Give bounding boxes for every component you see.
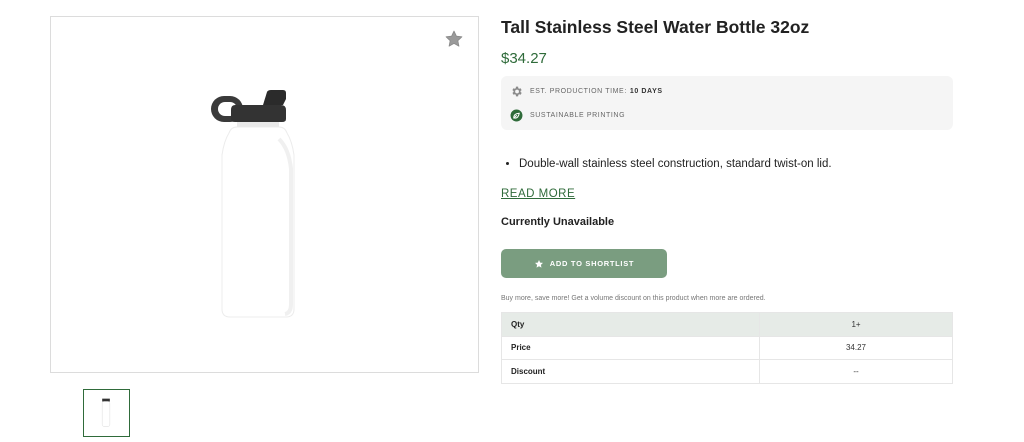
add-to-shortlist-label: ADD TO SHORTLIST	[549, 259, 635, 268]
thumbnail-image[interactable]	[83, 389, 130, 437]
table-row: Qty 1+	[501, 312, 953, 337]
table-cell-value: 34.27	[759, 335, 953, 360]
production-time-row: EST. PRODUCTION TIME: 10 DAYS	[510, 84, 663, 98]
table-row: Price 34.27	[501, 335, 953, 360]
volume-discount-note: Buy more, save more! Get a volume discou…	[501, 295, 766, 302]
production-time-value: 10 DAYS	[629, 87, 663, 95]
sustainable-printing-row: SUSTAINABLE PRINTING	[510, 108, 625, 122]
read-more-link[interactable]: READ MORE	[501, 188, 575, 200]
production-info-box: EST. PRODUCTION TIME: 10 DAYS SUSTAINABL…	[501, 76, 953, 130]
table-cell-key: Price	[501, 335, 760, 360]
star-icon	[534, 259, 543, 268]
table-row: Discount --	[501, 359, 953, 384]
table-cell-key: Qty	[501, 312, 760, 337]
availability-status: Currently Unavailable	[501, 216, 615, 228]
volume-pricing-table: Qty 1+ Price 34.27 Discount --	[501, 312, 953, 384]
leaf-icon	[510, 109, 523, 121]
product-price: $34.27	[501, 50, 547, 67]
product-main-image[interactable]	[207, 89, 307, 319]
favorite-star-icon[interactable]	[444, 29, 464, 49]
production-time-label: EST. PRODUCTION TIME:	[530, 87, 627, 95]
table-cell-value: 1+	[759, 312, 953, 337]
sustainable-printing-label: SUSTAINABLE PRINTING	[530, 111, 626, 119]
list-item: Double-wall stainless steel construction…	[519, 158, 832, 170]
product-title: Tall Stainless Steel Water Bottle 32oz	[501, 17, 810, 37]
add-to-shortlist-button[interactable]: ADD TO SHORTLIST	[501, 249, 667, 278]
table-cell-value: --	[759, 359, 953, 384]
product-features-list: Double-wall stainless steel construction…	[519, 158, 832, 170]
gear-icon	[512, 86, 522, 96]
table-cell-key: Discount	[501, 359, 760, 384]
product-image-gallery	[50, 16, 479, 373]
